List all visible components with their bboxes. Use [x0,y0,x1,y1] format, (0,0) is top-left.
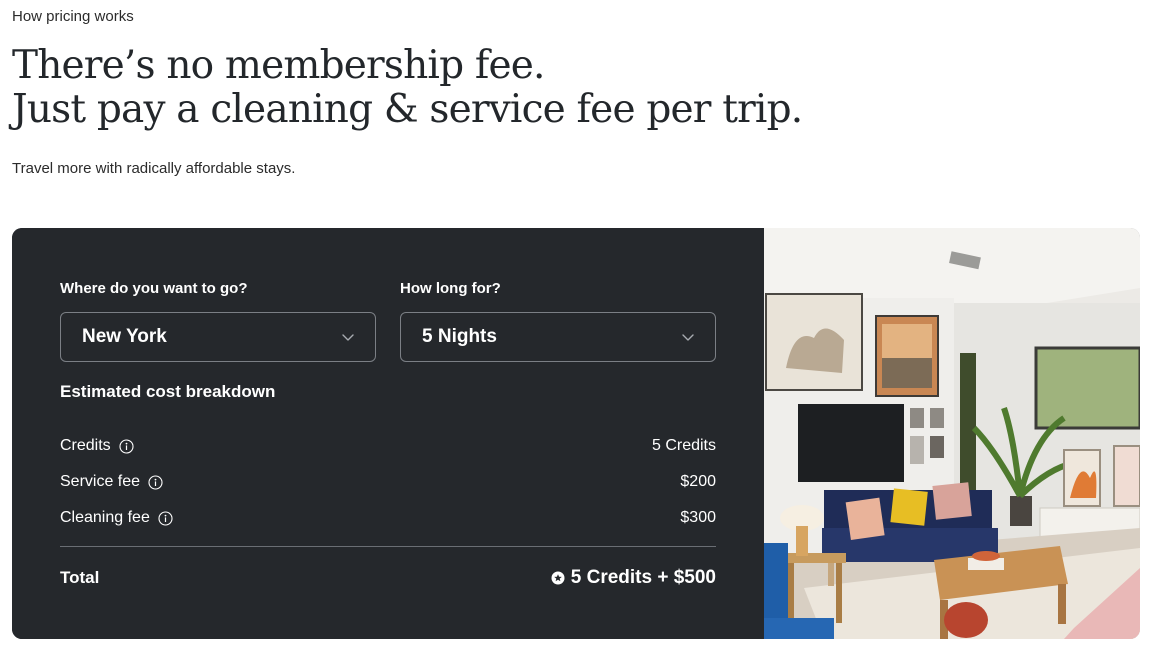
chevron-down-icon [682,334,694,341]
pricing-card: Where do you want to go? New York How lo… [12,228,1140,639]
breakdown-row-credits: Credits 5 Credits [60,435,716,457]
duration-value: 5 Nights [422,326,497,347]
destination-value: New York [82,326,167,347]
row-label: Service fee [60,473,141,490]
duration-select[interactable]: 5 Nights [400,312,716,362]
living-room-photo [764,228,1140,639]
headline-line-2: Just pay a cleaning & service fee per tr… [12,87,803,132]
cost-calculator: Where do you want to go? New York How lo… [12,228,764,639]
row-label: Cleaning fee [60,509,150,526]
info-icon[interactable] [119,438,134,454]
page-title: There’s no membership fee. Just pay a cl… [12,43,803,132]
total-label: Total [60,568,100,587]
chevron-down-icon [342,334,354,341]
total-value: 5 Credits + $500 [570,567,716,588]
duration-label: How long for? [400,280,501,297]
row-value: 5 Credits [651,437,716,454]
breakdown-row-service-fee: Service fee $200 [60,471,716,493]
subtitle: Travel more with radically affordable st… [12,160,296,177]
destination-select[interactable]: New York [60,312,376,362]
row-label: Credits [60,437,111,454]
credit-icon [551,571,565,585]
headline-line-1: There’s no membership fee. [12,43,545,88]
breakdown-row-cleaning-fee: Cleaning fee $300 [60,507,716,529]
destination-label: Where do you want to go? [60,280,248,297]
info-icon[interactable] [158,510,173,526]
total-row: Total 5 Credits + $500 [60,565,716,591]
breakdown-title: Estimated cost breakdown [60,382,276,401]
row-value: $300 [680,509,716,526]
info-icon[interactable] [148,474,163,490]
row-value: $200 [680,473,716,490]
eyebrow-text: How pricing works [12,8,134,25]
divider [60,546,716,547]
